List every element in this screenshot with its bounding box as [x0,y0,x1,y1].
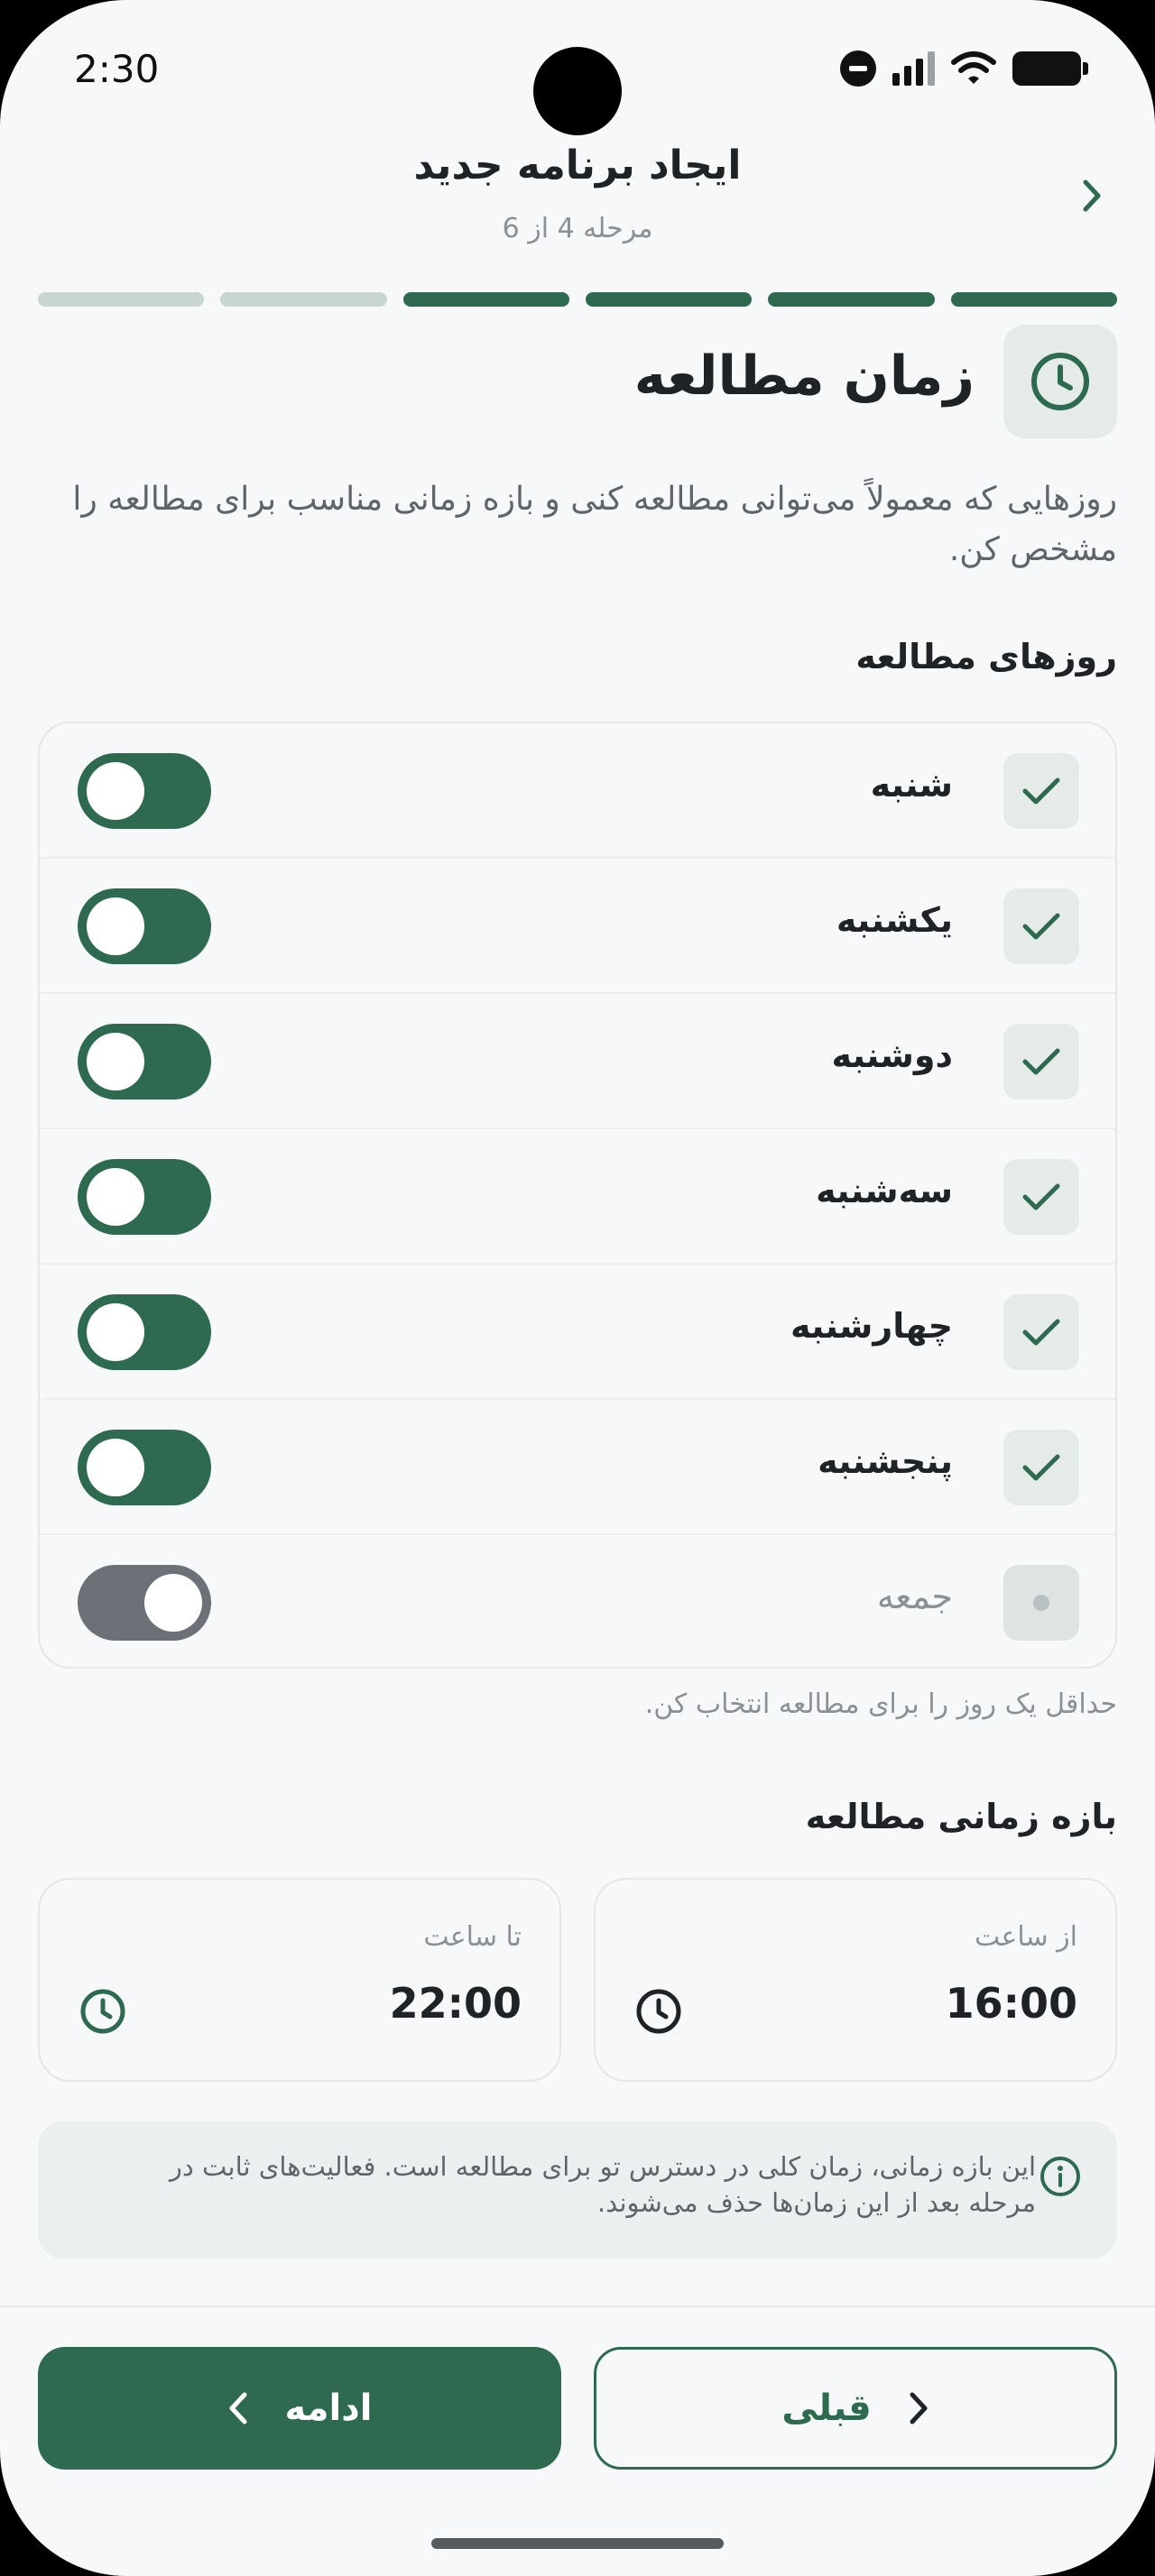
day-label: یکشنبه [836,900,953,940]
check-icon [1022,913,1060,940]
check-icon [1022,1454,1060,1481]
day-label: چهارشنبه [790,1306,953,1346]
checkbox-checked[interactable] [1003,1159,1079,1235]
day-label: دوشنبه [831,1035,953,1075]
to-time-value: 22:00 [389,1979,522,2028]
home-indicator[interactable] [431,2538,724,2549]
checkbox-unchecked[interactable] [1003,1565,1079,1641]
day-toggle[interactable] [78,1430,211,1505]
day-toggle[interactable] [78,1024,211,1099]
wifi-icon [951,51,996,84]
progress-bar [38,292,1117,307]
front-camera [533,47,622,135]
status-time: 2:30 [74,47,160,91]
checkbox-checked[interactable] [1003,1294,1079,1370]
toggle-knob [87,897,144,955]
toggle-knob [144,1574,202,1632]
info-icon [1040,2157,1080,2196]
section-icon-box [1003,325,1117,438]
day-row[interactable]: سه‌شنبه [40,1129,1115,1265]
day-label: شنبه [870,765,953,805]
footer-divider [0,2305,1155,2307]
signal-icon [892,51,935,86]
section-title: زمان مطالعه [633,345,975,408]
day-row[interactable]: چهارشنبه [40,1265,1115,1400]
checkbox-checked[interactable] [1003,1430,1079,1505]
from-time-label: از ساعت [975,1921,1077,1953]
day-row[interactable]: شنبه [40,723,1115,859]
day-toggle[interactable] [78,1159,211,1235]
do-not-disturb-icon [840,51,876,87]
chevron-right-icon [910,2392,928,2424]
day-label: سه‌شنبه [816,1171,953,1210]
page-title: ایجاد برنامه جدید [413,143,742,189]
checkbox-checked[interactable] [1003,753,1079,829]
time-range-heading: بازه زمانی مطالعه [805,1797,1117,1836]
day-toggle[interactable] [78,1565,211,1641]
progress-segment [402,292,570,307]
dot-icon [1033,1595,1049,1611]
days-list: شنبه یکشنبه دوشنبه سه‌شنبه چهارشنبه پنجشنبه جم… [38,722,1117,1669]
info-note: این بازه زمانی، زمان کلی در دسترس تو برا… [38,2121,1117,2259]
previous-button[interactable]: قبلی [594,2347,1117,2470]
battery-icon [1012,51,1088,86]
clock-icon [636,1989,681,2034]
progress-segment [768,292,935,307]
day-label: پنجشنبه [818,1441,953,1481]
previous-button-label: قبلی [781,2387,872,2429]
progress-segment [950,292,1117,307]
checkbox-checked[interactable] [1003,888,1079,964]
day-row[interactable]: پنجشنبه [40,1400,1115,1535]
from-time-value: 16:00 [945,1979,1077,2028]
day-row[interactable]: یکشنبه [40,859,1115,994]
toggle-knob [87,1033,144,1090]
chevron-left-icon [229,2392,247,2424]
day-row[interactable]: دوشنبه [40,994,1115,1129]
toggle-knob [87,1303,144,1361]
toggle-knob [87,1168,144,1226]
info-note-text: این بازه زمانی، زمان کلی در دسترس تو برا… [169,2151,1036,2218]
step-indicator: مرحله 4 از 6 [502,213,653,244]
clock-icon [1031,353,1089,410]
continue-button-label: ادامه [284,2387,373,2429]
from-time-picker[interactable]: از ساعت 16:00 [594,1878,1117,2082]
back-button[interactable] [1074,171,1110,220]
toggle-knob [87,762,144,820]
day-toggle[interactable] [78,753,211,829]
check-icon [1022,777,1060,805]
status-icons [840,51,1088,87]
to-time-label: تا ساعت [423,1921,522,1953]
day-label: جمعه [876,1577,953,1616]
progress-segment [586,292,753,307]
check-icon [1022,1183,1060,1210]
clock-icon [80,1989,125,2034]
day-row[interactable]: جمعه [40,1535,1115,1667]
continue-button[interactable]: ادامه [38,2347,561,2470]
section-description: روزهایی که معمولاً می‌توانی مطالعه کنی و… [72,481,1117,568]
days-heading: روزهای مطالعه [855,637,1117,676]
checkbox-checked[interactable] [1003,1024,1079,1099]
toggle-knob [87,1439,144,1496]
to-time-picker[interactable]: تا ساعت 22:00 [38,1878,561,2082]
app-screen: 2:30 ایجاد برنامه جدید مرحله 4 از 6 زمان… [0,0,1155,2576]
day-toggle[interactable] [78,1294,211,1370]
chevron-right-icon [1083,179,1101,212]
days-hint: حداقل یک روز را برای مطالعه انتخاب کن. [644,1688,1117,1720]
progress-segment [220,292,387,307]
progress-segment [38,292,205,307]
check-icon [1022,1048,1060,1075]
day-toggle[interactable] [78,888,211,964]
check-icon [1022,1319,1060,1346]
